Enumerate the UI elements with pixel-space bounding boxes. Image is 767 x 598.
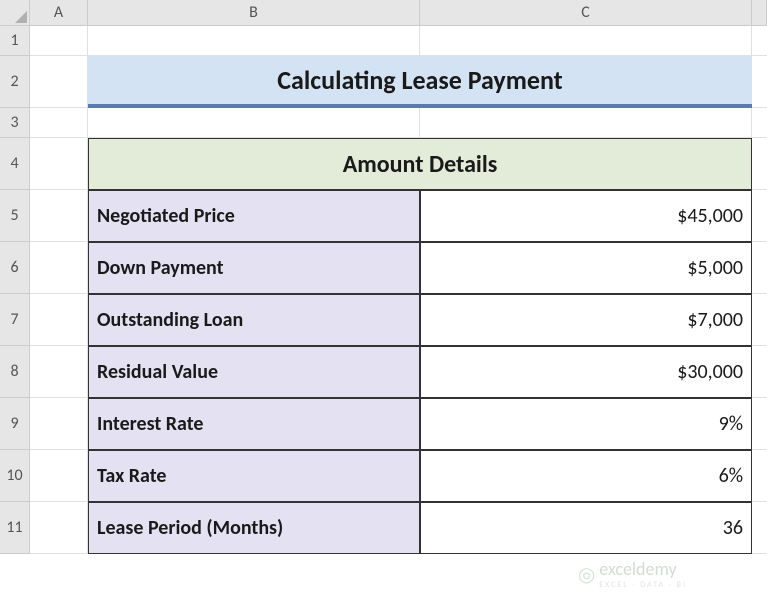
cell-A6[interactable]: [30, 242, 88, 294]
cell-B1[interactable]: [88, 26, 420, 56]
label-negotiated-price[interactable]: Negotiated Price: [88, 190, 420, 242]
value-lease-period[interactable]: 36: [420, 502, 752, 554]
cell-A1[interactable]: [30, 26, 88, 56]
label-lease-period[interactable]: Lease Period (Months): [88, 502, 420, 554]
watermark-tagline: EXCEL · DATA · BI: [599, 580, 687, 590]
cell-A8[interactable]: [30, 346, 88, 398]
label-down-payment[interactable]: Down Payment: [88, 242, 420, 294]
spreadsheet-grid: A B C 1 2 Calculating Lease Payment 3 4 …: [0, 0, 767, 554]
label-interest-rate[interactable]: Interest Rate: [88, 398, 420, 450]
cell-C1[interactable]: [420, 26, 752, 56]
column-header-A[interactable]: A: [30, 0, 88, 26]
row-header-5[interactable]: 5: [0, 190, 30, 242]
column-header-B[interactable]: B: [88, 0, 420, 26]
select-all-corner[interactable]: [0, 0, 30, 26]
watermark: ◎ exceldemy EXCEL · DATA · BI: [578, 558, 687, 590]
cell-A11[interactable]: [30, 502, 88, 554]
cell-extra-6: [752, 242, 767, 294]
cell-extra-4: [752, 138, 767, 190]
cell-extra-7: [752, 294, 767, 346]
cell-extra-9: [752, 398, 767, 450]
value-tax-rate[interactable]: 6%: [420, 450, 752, 502]
select-all-icon: [15, 11, 27, 23]
label-outstanding-loan[interactable]: Outstanding Loan: [88, 294, 420, 346]
row-header-2[interactable]: 2: [0, 56, 30, 108]
row-header-3[interactable]: 3: [0, 108, 30, 138]
row-header-10[interactable]: 10: [0, 450, 30, 502]
row-header-8[interactable]: 8: [0, 346, 30, 398]
row-header-9[interactable]: 9: [0, 398, 30, 450]
column-header-extra: [752, 0, 767, 26]
cell-A10[interactable]: [30, 450, 88, 502]
row-header-4[interactable]: 4: [0, 138, 30, 190]
row-header-1[interactable]: 1: [0, 26, 30, 56]
cell-extra-11: [752, 502, 767, 554]
value-interest-rate[interactable]: 9%: [420, 398, 752, 450]
label-tax-rate[interactable]: Tax Rate: [88, 450, 420, 502]
label-residual-value[interactable]: Residual Value: [88, 346, 420, 398]
cell-extra-10: [752, 450, 767, 502]
cell-extra-5: [752, 190, 767, 242]
cell-extra-8: [752, 346, 767, 398]
watermark-logo-icon: ◎: [578, 562, 595, 587]
value-negotiated-price[interactable]: $45,000: [420, 190, 752, 242]
value-outstanding-loan[interactable]: $7,000: [420, 294, 752, 346]
cell-A3[interactable]: [30, 108, 88, 138]
row-header-7[interactable]: 7: [0, 294, 30, 346]
value-residual-value[interactable]: $30,000: [420, 346, 752, 398]
cell-C3[interactable]: [420, 108, 752, 138]
row-header-6[interactable]: 6: [0, 242, 30, 294]
cell-extra-3: [752, 108, 767, 138]
cell-A2[interactable]: [30, 56, 88, 108]
column-header-C[interactable]: C: [420, 0, 752, 26]
cell-A5[interactable]: [30, 190, 88, 242]
cell-A9[interactable]: [30, 398, 88, 450]
title-cell[interactable]: Calculating Lease Payment: [88, 56, 752, 108]
row-header-11[interactable]: 11: [0, 502, 30, 554]
cell-A4[interactable]: [30, 138, 88, 190]
cell-extra-2: [752, 56, 767, 108]
cell-B3[interactable]: [88, 108, 420, 138]
watermark-brand: exceldemy: [599, 558, 676, 580]
cell-A7[interactable]: [30, 294, 88, 346]
value-down-payment[interactable]: $5,000: [420, 242, 752, 294]
section-header[interactable]: Amount Details: [88, 138, 752, 190]
cell-extra-1: [752, 26, 767, 56]
